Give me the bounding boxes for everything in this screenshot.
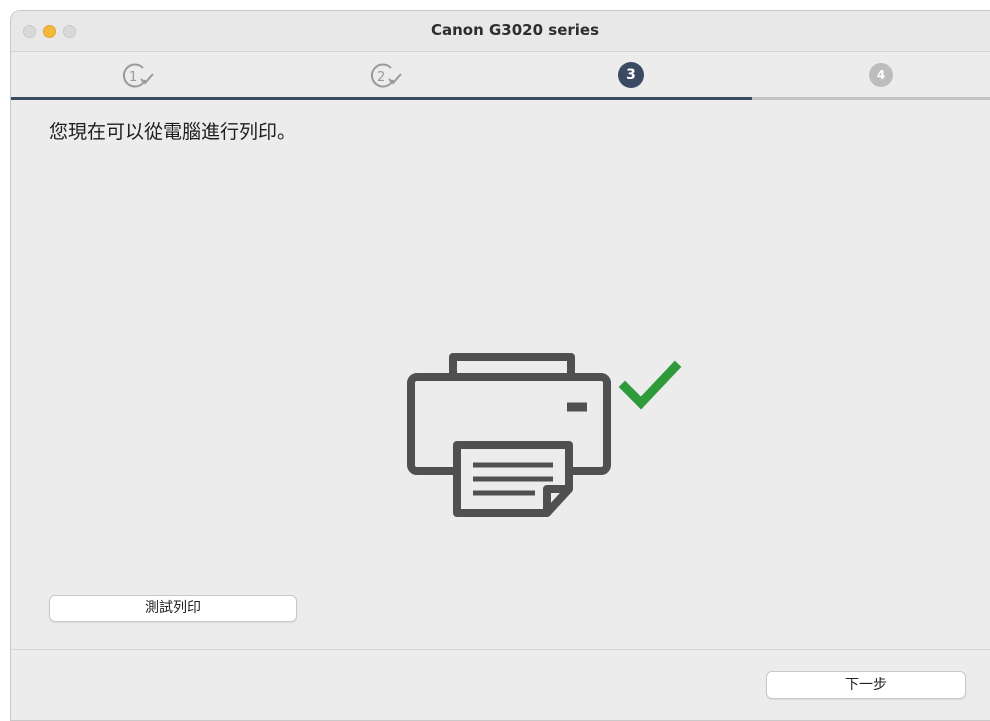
step-indicator: 1 2 3 4 — [11, 52, 990, 98]
title-bar: Canon G3020 series — [11, 11, 990, 52]
progress-fill — [11, 97, 752, 100]
svg-text:1: 1 — [129, 70, 137, 85]
printer-ready-illustration — [407, 349, 697, 528]
step-2-done-icon: 2 — [369, 62, 402, 88]
status-message: 您現在可以從電腦進行列印。 — [49, 121, 297, 143]
test-print-button[interactable]: 測試列印 — [49, 595, 297, 622]
step-3-active: 3 — [618, 62, 644, 88]
installer-window: Canon G3020 series 1 2 3 4 您現在可以從電腦進行列印。 — [10, 10, 990, 721]
window-title: Canon G3020 series — [430, 21, 600, 39]
printer-icon — [407, 353, 611, 517]
step-4-upcoming: 4 — [869, 63, 893, 87]
footer-divider — [11, 649, 990, 650]
step-1-done-icon: 1 — [121, 62, 154, 88]
next-button[interactable]: 下一步 — [766, 671, 966, 699]
svg-text:2: 2 — [377, 70, 385, 85]
checkmark-icon — [618, 360, 682, 410]
